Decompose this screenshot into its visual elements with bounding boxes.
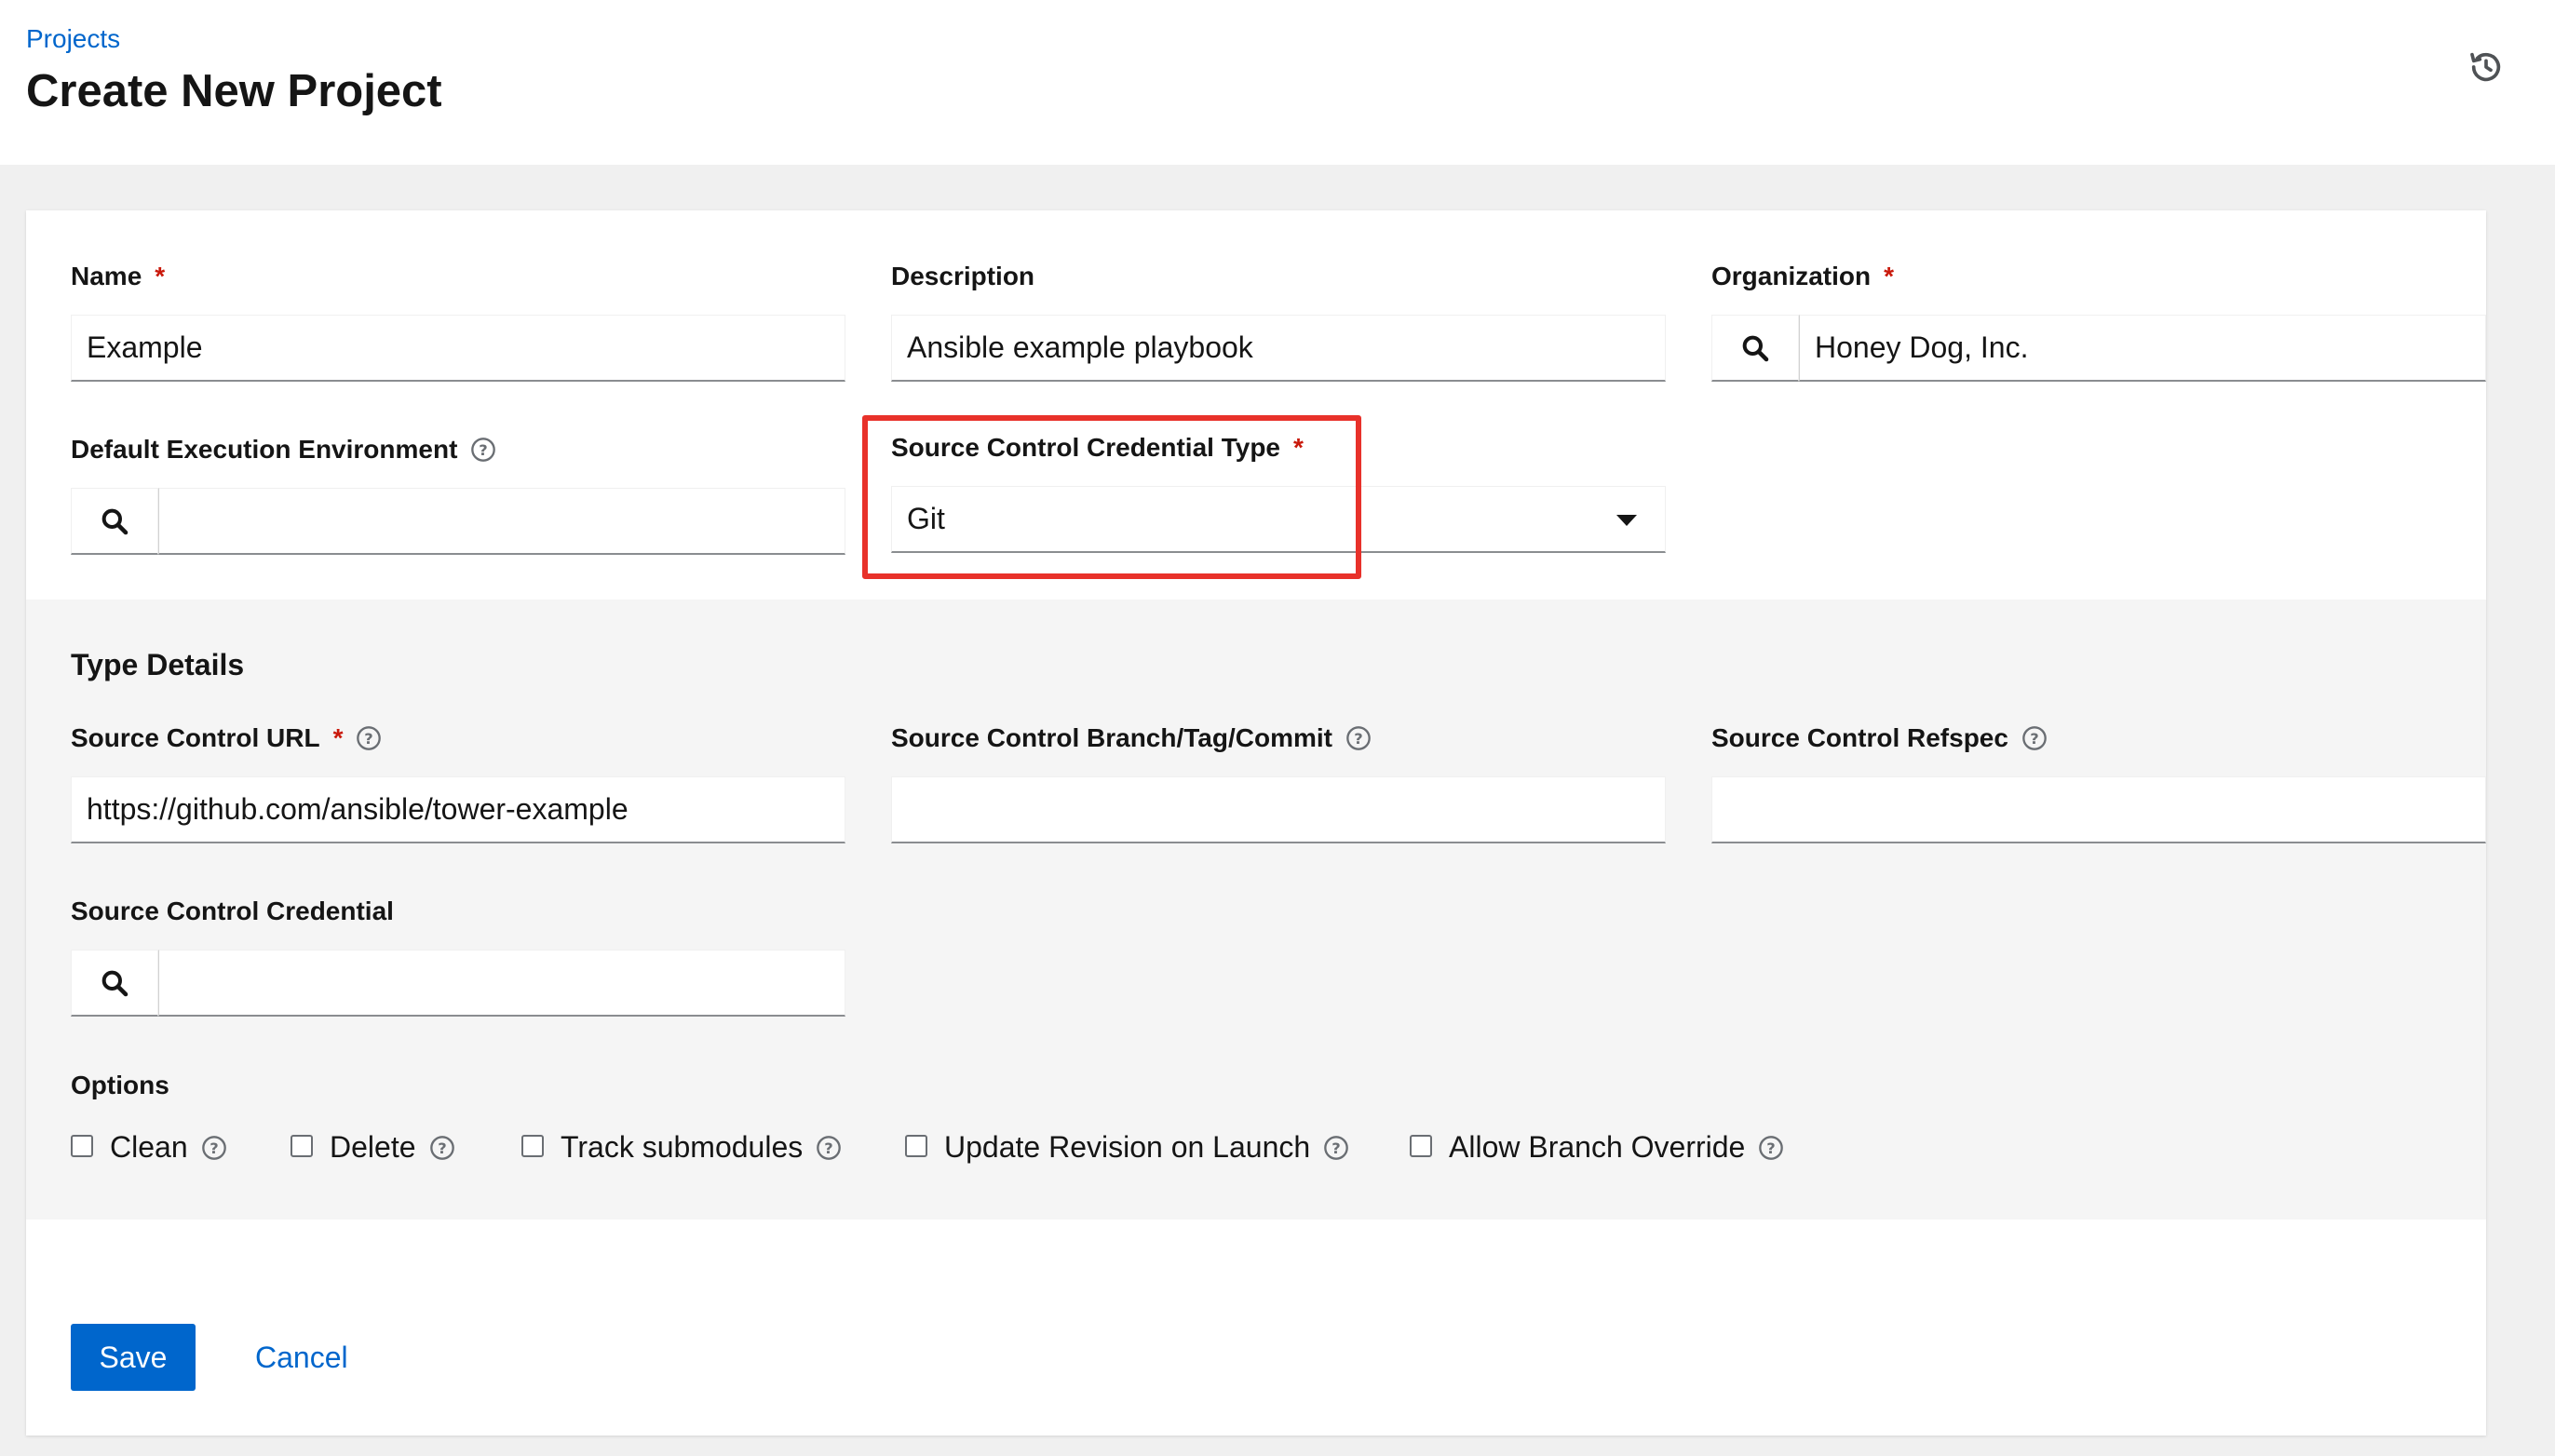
organization-input[interactable]: Honey Dog, Inc. <box>1799 315 2486 382</box>
execution-environment-lookup <box>71 488 845 555</box>
update-revision-label: Update Revision on Launch <box>944 1130 1311 1164</box>
svg-text:?: ? <box>2030 730 2038 748</box>
execution-environment-input[interactable] <box>158 488 845 555</box>
cancel-button[interactable]: Cancel <box>255 1324 348 1391</box>
svg-text:?: ? <box>1767 1139 1776 1156</box>
svg-text:?: ? <box>438 1139 446 1156</box>
svg-text:?: ? <box>480 441 488 459</box>
delete-checkbox[interactable] <box>291 1134 313 1157</box>
svg-text:?: ? <box>1332 1139 1340 1156</box>
help-icon[interactable]: ? <box>356 725 382 751</box>
help-icon[interactable]: ? <box>201 1135 227 1161</box>
name-label: Name * <box>71 262 166 290</box>
help-icon[interactable]: ? <box>1345 725 1372 751</box>
option-update-revision: Update Revision on Launch ? <box>905 1130 1349 1165</box>
scm-credential-lookup <box>71 950 845 1017</box>
delete-label: Delete <box>330 1130 416 1164</box>
track-submodules-label: Track submodules <box>561 1130 804 1164</box>
organization-label: Organization * <box>1711 262 1895 290</box>
scm-type-value: Git <box>907 502 945 535</box>
option-track-submodules: Track submodules ? <box>521 1130 842 1165</box>
clean-checkbox[interactable] <box>71 1134 93 1157</box>
execution-environment-label: Default Execution Environment ? <box>71 434 496 465</box>
description-input[interactable]: Ansible example playbook <box>891 315 1666 382</box>
help-icon[interactable]: ? <box>2021 725 2048 751</box>
options-label: Options <box>71 1071 169 1099</box>
search-icon <box>1742 335 1769 361</box>
name-input[interactable]: Example <box>71 315 845 382</box>
scm-credential-search-button[interactable] <box>71 950 158 1017</box>
search-icon <box>101 970 128 996</box>
scm-refspec-label: Source Control Refspec ? <box>1711 722 2048 754</box>
type-details-title: Type Details <box>71 648 245 681</box>
svg-text:?: ? <box>825 1139 833 1156</box>
scm-branch-label: Source Control Branch/Tag/Commit ? <box>891 722 1372 754</box>
scm-type-select[interactable]: Git <box>891 486 1666 553</box>
allow-branch-override-checkbox[interactable] <box>1410 1134 1432 1157</box>
description-label: Description <box>891 262 1035 290</box>
svg-text:?: ? <box>365 730 373 748</box>
organization-search-button[interactable] <box>1711 315 1799 382</box>
scm-refspec-input[interactable] <box>1711 776 2486 843</box>
type-details-section: Type Details Source Control URL * ? https… <box>26 600 2486 1220</box>
page-header: Projects Create New Project <box>0 0 2555 165</box>
history-icon[interactable] <box>2467 48 2505 86</box>
option-clean: Clean ? <box>71 1130 227 1165</box>
scm-credential-input[interactable] <box>158 950 845 1017</box>
svg-text:?: ? <box>210 1139 218 1156</box>
allow-branch-override-label: Allow Branch Override <box>1449 1130 1746 1164</box>
caret-down-icon <box>1616 515 1637 526</box>
execution-environment-search-button[interactable] <box>71 488 158 555</box>
svg-text:?: ? <box>1354 730 1362 748</box>
scm-url-label: Source Control URL * ? <box>71 722 382 754</box>
scm-type-label: Source Control Credential Type * <box>891 433 1304 462</box>
help-icon[interactable]: ? <box>816 1135 842 1161</box>
project-form-card: Name * Example Description Ansible exampl… <box>26 210 2486 1436</box>
update-revision-checkbox[interactable] <box>905 1134 927 1157</box>
scm-url-input[interactable]: https://github.com/ansible/tower-example <box>71 776 845 843</box>
option-allow-branch-override: Allow Branch Override ? <box>1410 1130 1784 1165</box>
option-delete: Delete ? <box>291 1130 455 1165</box>
search-icon <box>101 508 128 534</box>
help-icon[interactable]: ? <box>1758 1135 1784 1161</box>
scm-credential-label: Source Control Credential <box>71 897 394 925</box>
help-icon[interactable]: ? <box>470 437 496 463</box>
scm-branch-input[interactable] <box>891 776 1666 843</box>
organization-lookup: Honey Dog, Inc. <box>1711 315 2486 382</box>
track-submodules-checkbox[interactable] <box>521 1134 544 1157</box>
page-title: Create New Project <box>26 66 442 116</box>
save-button[interactable]: Save <box>71 1324 196 1391</box>
clean-label: Clean <box>110 1130 188 1164</box>
help-icon[interactable]: ? <box>429 1135 455 1161</box>
help-icon[interactable]: ? <box>1323 1135 1349 1161</box>
breadcrumb-projects[interactable]: Projects <box>26 24 120 54</box>
